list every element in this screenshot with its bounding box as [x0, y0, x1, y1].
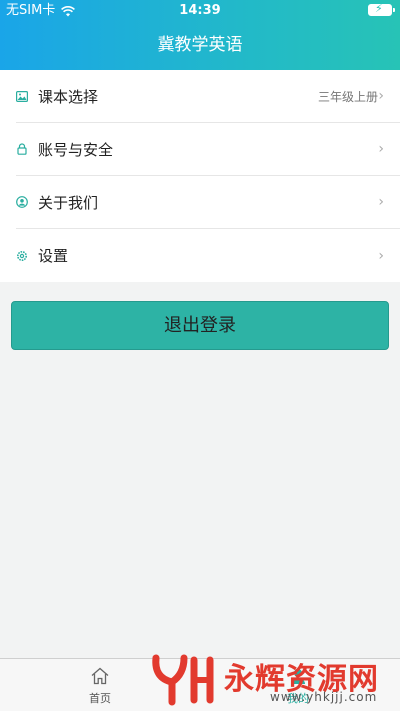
status-time: 14:39	[179, 3, 221, 18]
chevron-right-icon: ›	[378, 88, 384, 104]
menu-item-textbook[interactable]: 课本选择 三年级上册 ›	[16, 70, 400, 123]
page-title: 冀教学英语	[157, 35, 243, 55]
home-icon	[91, 667, 109, 685]
tab-home-label: 首页	[89, 692, 111, 705]
chevron-right-icon: ›	[378, 141, 384, 157]
settings-menu: 课本选择 三年级上册 › 账号与安全 › 关于我们 › 设置 ›	[0, 70, 400, 282]
menu-item-about-us[interactable]: 关于我们 ›	[16, 176, 400, 229]
watermark: 永辉资源网 www.yhkjjj.com	[150, 652, 400, 711]
logout-button[interactable]: 退出登录	[11, 301, 389, 350]
status-bar: 无SIM卡 14:39 ⚡	[0, 0, 400, 22]
battery-icon: ⚡	[368, 3, 395, 16]
selected-textbook: 三年级上册	[317, 89, 378, 104]
menu-item-account-security[interactable]: 账号与安全 ›	[16, 123, 400, 176]
menu-item-label: 设置	[38, 247, 69, 265]
menu-item-label: 课本选择	[38, 87, 99, 106]
user-icon	[16, 196, 28, 208]
watermark-logo	[152, 654, 214, 706]
chevron-right-icon: ›	[378, 194, 384, 210]
menu-item-settings[interactable]: 设置 ›	[16, 229, 400, 282]
lock-icon	[16, 143, 28, 155]
image-icon	[16, 90, 28, 102]
chevron-right-icon: ›	[378, 247, 384, 264]
menu-item-label: 关于我们	[38, 193, 99, 212]
tab-home[interactable]: 首页	[80, 667, 120, 706]
app-header: 无SIM卡 14:39 ⚡ 冀教学英语	[0, 0, 400, 70]
battery-indicator: ⚡	[368, 3, 395, 16]
watermark-url: www.yhkjjj.com	[270, 690, 378, 704]
gear-icon	[16, 250, 28, 262]
menu-item-label: 账号与安全	[38, 140, 114, 159]
